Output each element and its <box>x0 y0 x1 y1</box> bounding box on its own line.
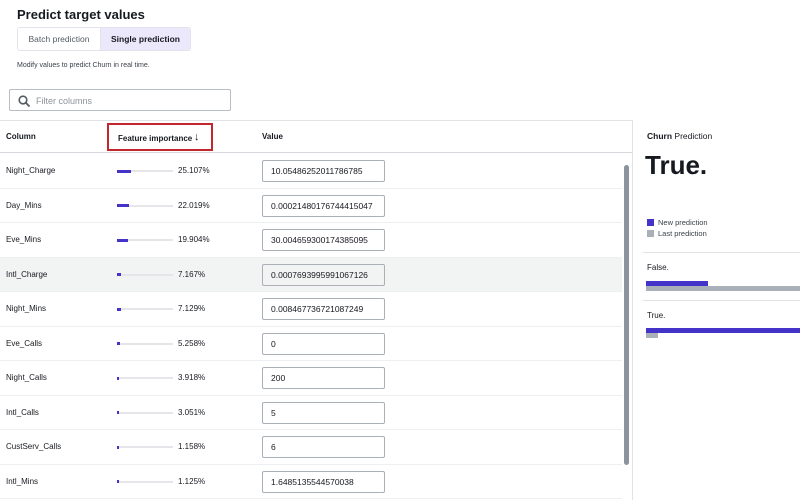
table-row: Night_Mins 7.129% <box>0 292 622 327</box>
column-name: CustServ_Calls <box>6 442 62 451</box>
column-name: Intl_Calls <box>6 407 39 417</box>
feature-table: Column Feature importance ↓ Value Night_… <box>0 120 632 500</box>
importance-bar-fill <box>117 480 119 483</box>
legend-item-last: Last prediction <box>647 228 708 239</box>
table-row: Day_Mins 22.019% <box>0 188 622 223</box>
legend-label-new: New prediction <box>658 218 708 227</box>
value-input[interactable] <box>262 160 385 182</box>
importance-percent: 7.167% <box>178 269 206 279</box>
table-row: Night_Charge 25.107% <box>0 154 622 189</box>
importance-percent: 7.129% <box>178 304 206 313</box>
legend-swatch-last <box>647 230 654 237</box>
importance-bar <box>117 307 173 311</box>
column-name: Night_Charge <box>6 166 56 175</box>
class-label-false: False. <box>647 263 669 272</box>
table-row: Intl_Charge 7.167% <box>0 257 622 292</box>
importance-percent: 19.904% <box>178 235 210 244</box>
table-row: Night_Calls 3.918% <box>0 361 622 396</box>
importance-bar-fill <box>117 169 131 173</box>
value-input[interactable] <box>262 332 385 355</box>
prediction-legend: New prediction Last prediction <box>647 217 708 239</box>
true-last-prediction-bar <box>646 333 659 338</box>
importance-bar-fill <box>117 238 129 242</box>
prediction-panel: Churn Prediction True. New prediction La… <box>632 120 800 500</box>
importance-bar <box>117 273 173 276</box>
tab-batch-prediction[interactable]: Batch prediction <box>18 28 100 50</box>
value-input[interactable] <box>262 298 385 320</box>
search-icon <box>18 95 30 107</box>
feature-importance-header[interactable]: Feature importance ↓ <box>107 123 213 151</box>
legend-swatch-new <box>647 219 654 226</box>
importance-bar-fill <box>117 307 121 311</box>
importance-bar-fill <box>117 342 120 345</box>
importance-bar-fill <box>117 376 120 380</box>
legend-label-last: Last prediction <box>658 229 707 238</box>
importance-bar <box>117 169 173 173</box>
table-row: Intl_Mins 1.125% <box>0 464 622 499</box>
value-input[interactable] <box>262 470 385 493</box>
value-input[interactable] <box>262 229 385 251</box>
importance-percent: 1.158% <box>178 442 206 451</box>
divider <box>643 300 800 301</box>
column-name: Intl_Charge <box>6 269 48 279</box>
importance-bar <box>117 204 173 207</box>
page-title: Predict target values <box>17 7 145 22</box>
table-row: Intl_Calls 3.051% <box>0 395 622 430</box>
helper-text: Modify values to predict Churn in real t… <box>17 62 150 69</box>
true-new-prediction-bar <box>646 328 800 333</box>
arrow-down-icon: ↓ <box>194 131 200 143</box>
filter-columns-input[interactable] <box>36 92 226 109</box>
table-header: Column Feature importance ↓ Value <box>0 121 632 153</box>
importance-bar <box>117 238 173 242</box>
table-row: Eve_Mins 19.904% <box>0 223 622 258</box>
importance-bar <box>117 376 173 380</box>
column-name: Night_Mins <box>6 304 47 313</box>
value-input[interactable] <box>262 436 385 458</box>
importance-percent: 3.051% <box>178 407 206 417</box>
value-input[interactable] <box>262 367 385 389</box>
table-scrollbar[interactable] <box>624 165 629 465</box>
value-input[interactable] <box>262 401 385 424</box>
importance-percent: 5.258% <box>178 338 206 348</box>
false-last-prediction-bar <box>646 286 800 291</box>
tab-single-prediction[interactable]: Single prediction <box>100 28 190 50</box>
importance-bar-fill <box>117 411 119 414</box>
importance-percent: 25.107% <box>178 166 210 175</box>
prediction-panel-heading: Churn Prediction <box>647 131 712 141</box>
importance-bar-fill <box>117 445 119 449</box>
value-header: Value <box>262 132 283 141</box>
target-column-name: Churn <box>647 131 673 141</box>
importance-percent: 22.019% <box>178 200 210 210</box>
column-name: Day_Mins <box>6 200 42 210</box>
class-label-true: True. <box>647 311 666 320</box>
importance-bar <box>117 342 173 345</box>
column-name: Eve_Calls <box>6 338 43 348</box>
table-body: Night_Charge 25.107% Day_Mins 22.019% Ev… <box>0 154 622 499</box>
column-name: Night_Calls <box>6 373 47 382</box>
importance-percent: 1.125% <box>178 476 206 486</box>
importance-bar <box>117 445 173 449</box>
column-name: Eve_Mins <box>6 235 42 244</box>
column-name: Intl_Mins <box>6 476 39 486</box>
table-row: CustServ_Calls 1.158% <box>0 430 622 465</box>
value-input[interactable] <box>262 263 385 286</box>
prediction-heading-suffix: Prediction <box>674 131 713 141</box>
importance-bar <box>117 480 173 483</box>
importance-bar <box>117 411 173 414</box>
feature-importance-label: Feature importance <box>118 134 193 143</box>
legend-item-new: New prediction <box>647 217 708 228</box>
importance-percent: 3.918% <box>178 373 206 382</box>
table-row: Eve_Calls 5.258% <box>0 326 622 361</box>
filter-columns-box[interactable] <box>9 89 231 111</box>
divider <box>643 252 800 253</box>
column-header[interactable]: Column <box>6 132 36 141</box>
prediction-mode-tabs: Batch prediction Single prediction <box>17 27 191 51</box>
importance-bar-fill <box>117 273 121 276</box>
prediction-result: True. <box>645 150 708 180</box>
value-input[interactable] <box>262 194 385 217</box>
importance-bar-fill <box>117 204 130 207</box>
